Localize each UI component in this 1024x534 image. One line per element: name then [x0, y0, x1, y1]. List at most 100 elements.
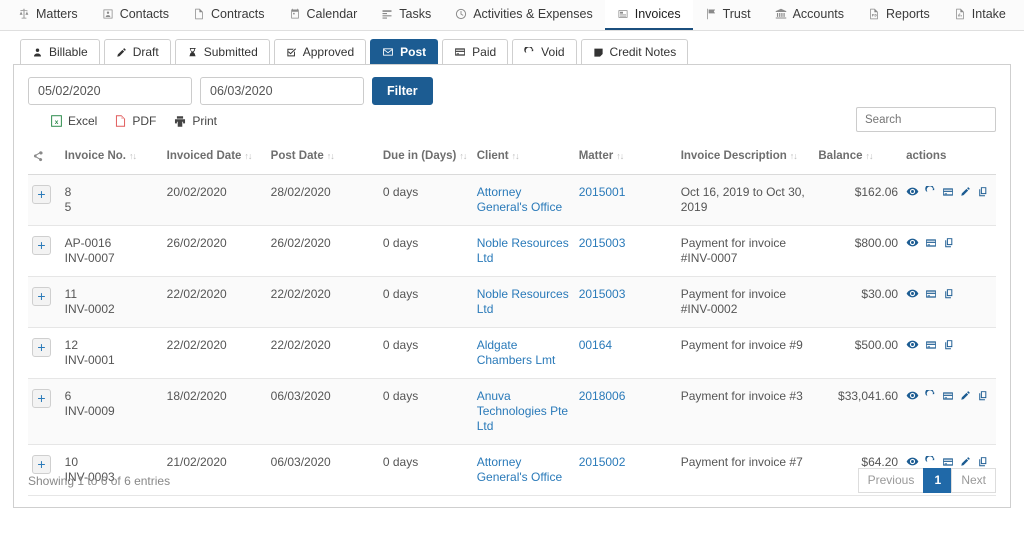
copy-icon[interactable]: [943, 237, 955, 249]
col-header-invoice-description[interactable]: Invoice Description ↑↓: [676, 144, 815, 175]
sort-icon[interactable]: ↑↓: [459, 151, 467, 161]
nav-item-invoices[interactable]: Invoices: [604, 0, 693, 30]
nav-item-calendar[interactable]: Calendar: [277, 0, 370, 30]
export-toolbar: x Excel PDF Print: [28, 114, 996, 128]
nav-item-accounts[interactable]: Accounts: [763, 0, 856, 30]
pagination: Previous 1 Next: [857, 468, 996, 493]
nav-item-activities-expenses[interactable]: Activities & Expenses: [443, 0, 605, 30]
export-pdf-button[interactable]: PDF: [114, 114, 156, 128]
pencil-icon[interactable]: [960, 390, 971, 401]
showing-entries-label: Showing 1 to 6 of 6 entries: [28, 473, 171, 488]
sort-icon[interactable]: ↑↓: [790, 151, 798, 161]
cell-invoice-description: Payment for invoice #INV-0007: [676, 225, 815, 277]
date-from-input[interactable]: [28, 77, 192, 105]
export-print-button[interactable]: Print: [173, 114, 217, 128]
tab-void[interactable]: Void: [512, 39, 577, 64]
credit-card-icon[interactable]: [925, 339, 937, 351]
col-header-post-date[interactable]: Post Date ↑↓: [266, 144, 379, 175]
copy-icon[interactable]: [977, 456, 989, 468]
credit-card-icon[interactable]: [942, 186, 954, 198]
col-header-due-in-days[interactable]: Due in (Days) ↑↓: [378, 144, 473, 175]
sort-icon[interactable]: ↑↓: [327, 151, 335, 161]
nav-item-trust[interactable]: Trust: [693, 0, 763, 30]
cell-expand: +: [28, 378, 61, 445]
cell-matter: 2015001: [574, 174, 677, 226]
nav-item-contacts[interactable]: Contacts: [90, 0, 181, 30]
col-header-matter[interactable]: Matter ↑↓: [574, 144, 677, 175]
sort-icon[interactable]: ↑↓: [616, 151, 624, 161]
eye-icon[interactable]: [906, 236, 919, 249]
expand-row-button[interactable]: +: [32, 236, 51, 255]
credit-card-icon[interactable]: [925, 288, 937, 300]
cell-due-in: 0 days: [378, 225, 473, 277]
eye-icon[interactable]: [906, 389, 919, 402]
pencil-icon[interactable]: [960, 186, 971, 197]
matter-link[interactable]: 2015003: [579, 236, 626, 250]
next-page-button[interactable]: Next: [951, 468, 996, 493]
table-row: +8 5 20/02/2020 28/02/2020 0 days Attorney Ge…: [28, 174, 996, 226]
refresh-icon[interactable]: [925, 390, 936, 401]
credit-card-icon[interactable]: [925, 237, 937, 249]
export-excel-button[interactable]: x Excel: [50, 114, 97, 128]
matter-link[interactable]: 2018006: [579, 389, 626, 403]
nav-item-label: Tasks: [399, 7, 432, 21]
expand-row-button[interactable]: +: [32, 389, 51, 408]
credit-card-icon: [454, 46, 466, 58]
matter-link[interactable]: 2015003: [579, 287, 626, 301]
col-header-invoiced-date[interactable]: Invoiced Date ↑↓: [162, 144, 267, 175]
tab-draft[interactable]: Draft: [103, 39, 171, 64]
pencil-icon[interactable]: [960, 456, 971, 467]
tab-paid[interactable]: Paid: [442, 39, 509, 64]
matter-link[interactable]: 00164: [579, 338, 612, 352]
copy-icon[interactable]: [943, 339, 955, 351]
table-body: +8 5 20/02/2020 28/02/2020 0 days Attorney Ge…: [28, 174, 996, 496]
search-input[interactable]: [856, 107, 996, 132]
row-actions: [906, 389, 989, 402]
eye-icon[interactable]: [906, 455, 919, 468]
copy-icon[interactable]: [977, 186, 989, 198]
col-header-invoice-no[interactable]: Invoice No. ↑↓: [60, 144, 163, 175]
invoice-no-primary: AP-0016: [64, 236, 112, 250]
eye-icon[interactable]: [906, 287, 919, 300]
expand-row-button[interactable]: +: [32, 185, 51, 204]
tab-submitted[interactable]: Submitted: [174, 39, 270, 64]
eye-icon[interactable]: [906, 185, 919, 198]
copy-icon[interactable]: [977, 390, 989, 402]
nav-item-tasks[interactable]: Tasks: [369, 0, 443, 30]
expand-row-button[interactable]: +: [32, 287, 51, 306]
matter-link[interactable]: 2015001: [579, 185, 626, 199]
client-link[interactable]: Noble Resources Ltd: [477, 287, 569, 316]
col-header-client[interactable]: Client ↑↓: [472, 144, 575, 175]
nav-item-contracts[interactable]: Contracts: [181, 0, 277, 30]
nav-item-matters[interactable]: Matters: [6, 0, 90, 30]
sort-icon[interactable]: ↑↓: [129, 151, 137, 161]
page-1-button[interactable]: 1: [923, 468, 952, 493]
tab-post[interactable]: Post: [370, 39, 439, 64]
col-header-balance[interactable]: Balance ↑↓: [814, 144, 903, 175]
tab-billable[interactable]: Billable: [20, 39, 100, 64]
credit-card-icon[interactable]: [942, 456, 954, 468]
report-pdf-icon: [868, 8, 880, 20]
client-link[interactable]: Noble Resources Ltd: [477, 236, 569, 265]
eye-icon[interactable]: [906, 338, 919, 351]
nav-item-reports[interactable]: Reports: [856, 0, 942, 30]
copy-icon[interactable]: [943, 288, 955, 300]
credit-card-icon[interactable]: [942, 390, 954, 402]
tab-credit-notes[interactable]: Credit Notes: [580, 39, 689, 64]
tab-approved[interactable]: Approved: [273, 39, 367, 64]
share-icon[interactable]: [32, 150, 44, 165]
refresh-icon[interactable]: [925, 186, 936, 197]
date-to-input[interactable]: [200, 77, 364, 105]
sort-icon[interactable]: ↑↓: [865, 151, 873, 161]
expand-row-button[interactable]: +: [32, 338, 51, 357]
matter-link[interactable]: 2015002: [579, 455, 626, 469]
previous-page-button[interactable]: Previous: [857, 468, 924, 493]
filter-button[interactable]: Filter: [372, 77, 433, 105]
sort-icon[interactable]: ↑↓: [512, 151, 520, 161]
refresh-icon[interactable]: [925, 456, 936, 467]
sort-icon[interactable]: ↑↓: [244, 151, 252, 161]
nav-item-intake[interactable]: Intake: [942, 0, 1018, 30]
client-link[interactable]: Aldgate Chambers Lmt: [477, 338, 556, 367]
client-link[interactable]: Attorney General's Office: [477, 185, 562, 214]
client-link[interactable]: Anuva Technologies Pte Ltd: [477, 389, 568, 433]
